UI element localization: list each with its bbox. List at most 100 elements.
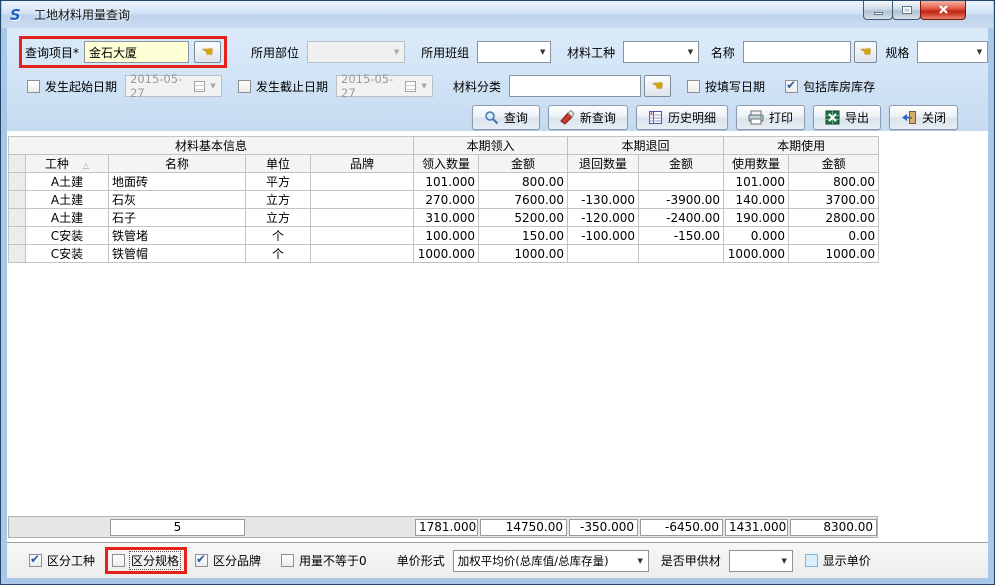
export-button[interactable]: 导出: [813, 105, 881, 130]
cell[interactable]: -100.000: [568, 227, 639, 245]
name-lookup-button[interactable]: ☚: [854, 41, 877, 63]
column-header-name[interactable]: 名称: [109, 155, 246, 173]
cell[interactable]: 1000.000: [414, 245, 479, 263]
cell[interactable]: 270.000: [414, 191, 479, 209]
cell[interactable]: [311, 245, 414, 263]
cell[interactable]: [311, 191, 414, 209]
cell[interactable]: 0.00: [789, 227, 879, 245]
group-header-material-info[interactable]: 材料基本信息: [9, 137, 414, 155]
name-input[interactable]: [743, 41, 851, 63]
cell[interactable]: 140.000: [724, 191, 789, 209]
cell[interactable]: 1000.00: [789, 245, 879, 263]
cell[interactable]: 石灰: [109, 191, 246, 209]
minimize-button[interactable]: [863, 1, 893, 20]
cell[interactable]: 7600.00: [479, 191, 568, 209]
cell[interactable]: -3900.00: [639, 191, 724, 209]
cell[interactable]: 1000.000: [724, 245, 789, 263]
cell[interactable]: 3700.00: [789, 191, 879, 209]
cell[interactable]: [311, 209, 414, 227]
cell[interactable]: 5200.00: [479, 209, 568, 227]
column-header-used-qty[interactable]: 使用数量: [724, 155, 789, 173]
row-selector[interactable]: [9, 209, 26, 227]
cell[interactable]: C安装: [26, 227, 109, 245]
end-date-checkbox[interactable]: [238, 80, 251, 93]
column-header-trade[interactable]: 工种△: [26, 155, 109, 173]
column-header-returned-amount[interactable]: 金额: [639, 155, 724, 173]
cell[interactable]: -150.00: [639, 227, 724, 245]
material-category-input[interactable]: [509, 75, 641, 97]
cell[interactable]: [639, 173, 724, 191]
table-row[interactable]: A土建石子立方 310.0005200.00-120.000-2400.00190…: [9, 209, 879, 227]
table-row[interactable]: C安装铁管帽个1000.0001000.001000.0001000.00: [9, 245, 879, 263]
table-row[interactable]: A土建石灰立方 270.0007600.00-130.000-3900.00140…: [9, 191, 879, 209]
cell[interactable]: 101.000: [414, 173, 479, 191]
new-query-button[interactable]: 新查询: [548, 105, 628, 130]
distinguish-trade-checkbox[interactable]: [29, 554, 42, 567]
cell[interactable]: -130.000: [568, 191, 639, 209]
cell[interactable]: [568, 245, 639, 263]
column-header-used-amount[interactable]: 金额: [789, 155, 879, 173]
cell[interactable]: 平方: [246, 173, 311, 191]
team-select[interactable]: ▼: [477, 41, 551, 63]
table-row[interactable]: C安装铁管堵个100.000150.00-100.000-150.000.000…: [9, 227, 879, 245]
distinguish-spec-checkbox[interactable]: [112, 554, 125, 567]
title-bar[interactable]: S 工地材料用量查询: [2, 1, 993, 28]
cell[interactable]: [568, 173, 639, 191]
project-lookup-button[interactable]: ☚: [194, 41, 221, 63]
cell[interactable]: 2800.00: [789, 209, 879, 227]
material-category-lookup-button[interactable]: ☚: [644, 75, 671, 97]
cell[interactable]: 800.00: [479, 173, 568, 191]
include-warehouse-checkbox[interactable]: [785, 80, 798, 93]
cell[interactable]: 800.00: [789, 173, 879, 191]
query-button[interactable]: 查询: [472, 105, 540, 130]
table-row[interactable]: A土建地面砖平方101.000800.00101.000800.00: [9, 173, 879, 191]
cell[interactable]: 101.000: [724, 173, 789, 191]
cell[interactable]: -120.000: [568, 209, 639, 227]
cell[interactable]: 190.000: [724, 209, 789, 227]
maximize-button[interactable]: [892, 1, 921, 20]
cell[interactable]: 石子: [109, 209, 246, 227]
column-header-received-qty[interactable]: 领入数量: [414, 155, 479, 173]
cell[interactable]: 立方: [246, 191, 311, 209]
cell[interactable]: 铁管堵: [109, 227, 246, 245]
cell[interactable]: 铁管帽: [109, 245, 246, 263]
group-header-received[interactable]: 本期领入: [414, 137, 568, 155]
distinguish-brand-checkbox[interactable]: [195, 554, 208, 567]
cell[interactable]: 0.000: [724, 227, 789, 245]
cell[interactable]: [311, 227, 414, 245]
price-form-select[interactable]: 加权平均价(总库值/总库存量) ▼: [453, 550, 649, 572]
column-header-unit[interactable]: 单位: [246, 155, 311, 173]
usage-nonzero-checkbox[interactable]: [281, 554, 294, 567]
cell[interactable]: 1000.00: [479, 245, 568, 263]
column-header-returned-qty[interactable]: 退回数量: [568, 155, 639, 173]
project-input[interactable]: [84, 41, 189, 63]
column-header-brand[interactable]: 品牌: [311, 155, 414, 173]
row-selector[interactable]: [9, 173, 26, 191]
cell[interactable]: -2400.00: [639, 209, 724, 227]
cell[interactable]: 310.000: [414, 209, 479, 227]
cell[interactable]: 个: [246, 245, 311, 263]
cell[interactable]: 100.000: [414, 227, 479, 245]
row-selector[interactable]: [9, 227, 26, 245]
cell[interactable]: 立方: [246, 209, 311, 227]
end-date-picker[interactable]: 2015-05-27 ▼: [336, 75, 433, 97]
by-fill-date-checkbox[interactable]: [687, 80, 700, 93]
group-header-used[interactable]: 本期使用: [724, 137, 879, 155]
history-detail-button[interactable]: 历史明细: [636, 105, 728, 130]
start-date-picker[interactable]: 2015-05-27 ▼: [125, 75, 222, 97]
cell[interactable]: C安装: [26, 245, 109, 263]
cell[interactable]: [311, 173, 414, 191]
owner-supplied-select[interactable]: ▼: [729, 550, 793, 572]
print-button[interactable]: 打印: [736, 105, 805, 130]
cell[interactable]: A土建: [26, 209, 109, 227]
cell[interactable]: 地面砖: [109, 173, 246, 191]
spec-select[interactable]: ▼: [917, 41, 988, 63]
cell[interactable]: [639, 245, 724, 263]
start-date-checkbox[interactable]: [27, 80, 40, 93]
cell[interactable]: 个: [246, 227, 311, 245]
row-selector[interactable]: [9, 245, 26, 263]
group-header-returned[interactable]: 本期退回: [568, 137, 724, 155]
material-trade-select[interactable]: ▼: [623, 41, 699, 63]
cell[interactable]: A土建: [26, 191, 109, 209]
cell[interactable]: 150.00: [479, 227, 568, 245]
